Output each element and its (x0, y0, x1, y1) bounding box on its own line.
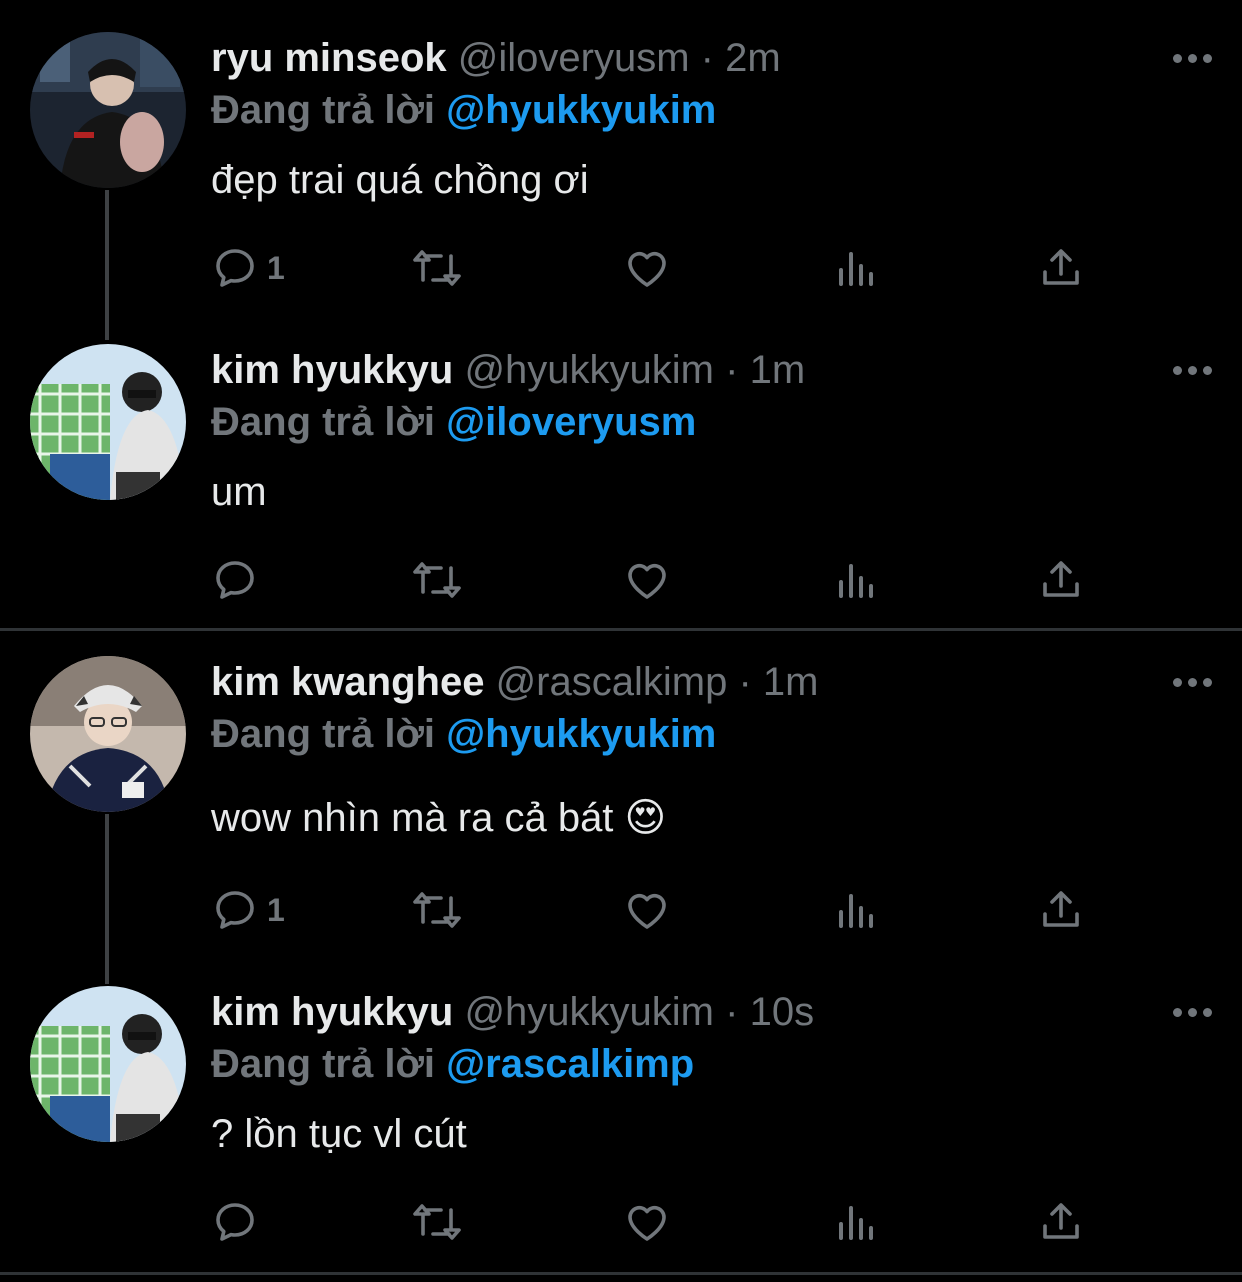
tweet-text: um (211, 470, 267, 514)
avatar[interactable] (30, 656, 186, 812)
analytics-button[interactable] (831, 1194, 879, 1250)
share-icon (1043, 561, 1079, 597)
tweet-text: wow nhìn mà ra cả bát 😍 (211, 794, 666, 842)
like-icon (628, 893, 666, 929)
reply-count: 1 (267, 249, 285, 286)
reply-button[interactable] (211, 552, 259, 608)
share-icon (1043, 249, 1079, 285)
more-icon[interactable] (1170, 1002, 1214, 1022)
analytics-icon (839, 1206, 873, 1240)
reply-count: 1 (267, 891, 285, 928)
like-button[interactable] (623, 240, 671, 296)
share-button[interactable] (1037, 552, 1085, 608)
tweet[interactable]: kim hyukkyu @hyukkyukim · 10s Đang trả l… (0, 962, 1242, 1272)
handle[interactable]: @iloveryusm (458, 36, 690, 80)
retweet-icon (413, 250, 461, 286)
like-icon (628, 563, 666, 599)
replying-to: Đang trả lời @rascalkimp (211, 1040, 694, 1088)
replying-label: Đang trả lời (211, 400, 436, 444)
display-name[interactable]: kim hyukkyu (211, 348, 453, 392)
like-icon (628, 1205, 666, 1241)
retweet-button[interactable] (413, 240, 461, 296)
display-name[interactable]: ryu minseok (211, 36, 447, 80)
replying-to: Đang trả lời @hyukkyukim (211, 710, 716, 758)
timestamp[interactable]: 1m (750, 348, 806, 392)
mention-link[interactable]: @hyukkyukim (446, 88, 716, 132)
tweet-text: đẹp trai quá chồng ơi (211, 158, 589, 202)
retweet-icon (413, 892, 461, 928)
action-bar: 1 (211, 240, 1091, 296)
tweet-text: ? lồn tục vl cút (211, 1112, 467, 1156)
like-icon (628, 251, 666, 287)
tweet[interactable]: kim hyukkyu @hyukkyukim · 1m Đang trả lờ… (0, 320, 1242, 630)
analytics-icon (839, 894, 873, 928)
analytics-button[interactable] (831, 882, 879, 938)
replying-label: Đang trả lời (211, 712, 436, 756)
tweet[interactable]: ryu minseok @iloveryusm · 2m Đang trả lờ… (0, 0, 1242, 320)
handle[interactable]: @hyukkyukim (464, 348, 714, 392)
reply-button[interactable] (211, 1194, 259, 1250)
heart-eyes-emoji: 😍 (624, 796, 667, 840)
separator-dot: · (725, 348, 739, 392)
display-name[interactable]: kim hyukkyu (211, 990, 453, 1034)
more-icon[interactable] (1170, 360, 1214, 380)
timestamp[interactable]: 2m (725, 36, 781, 80)
share-button[interactable] (1037, 1194, 1085, 1250)
bottom-divider (0, 1272, 1242, 1275)
replying-label: Đang trả lời (211, 88, 436, 132)
action-bar: 1 (211, 882, 1091, 938)
avatar[interactable] (30, 986, 186, 1142)
more-icon[interactable] (1170, 672, 1214, 692)
reply-button[interactable]: 1 (211, 240, 285, 296)
retweet-icon (413, 1204, 461, 1240)
analytics-button[interactable] (831, 552, 879, 608)
analytics-icon (839, 252, 873, 286)
timestamp[interactable]: 10s (750, 990, 815, 1034)
tweet[interactable]: kim kwanghee @rascalkimp · 1m Đang trả l… (0, 632, 1242, 962)
replying-to: Đang trả lời @iloveryusm (211, 398, 696, 446)
replying-label: Đang trả lời (211, 1042, 436, 1086)
mention-link[interactable]: @iloveryusm (446, 400, 696, 444)
like-button[interactable] (623, 552, 671, 608)
share-icon (1043, 891, 1079, 927)
mention-link[interactable]: @hyukkyukim (446, 712, 716, 756)
reply-icon (216, 561, 254, 599)
separator-dot: · (725, 990, 739, 1034)
thread-divider (0, 628, 1242, 631)
reply-button[interactable]: 1 (211, 882, 285, 938)
handle[interactable]: @hyukkyukim (464, 990, 714, 1034)
like-button[interactable] (623, 1194, 671, 1250)
reply-icon (216, 1203, 254, 1241)
handle[interactable]: @rascalkimp (496, 660, 728, 704)
retweet-button[interactable] (413, 882, 461, 938)
share-button[interactable] (1037, 882, 1085, 938)
like-button[interactable] (623, 882, 671, 938)
reply-icon (216, 249, 254, 287)
tweet-text-body: wow nhìn mà ra cả bát (211, 796, 614, 840)
mention-link[interactable]: @rascalkimp (446, 1042, 694, 1086)
avatar[interactable] (30, 32, 186, 188)
separator-dot: · (738, 660, 752, 704)
retweet-icon (413, 562, 461, 598)
action-bar (211, 1194, 1091, 1250)
share-icon (1043, 1203, 1079, 1239)
more-icon[interactable] (1170, 48, 1214, 68)
separator-dot: · (700, 36, 714, 80)
timestamp[interactable]: 1m (763, 660, 819, 704)
retweet-button[interactable] (413, 552, 461, 608)
display-name[interactable]: kim kwanghee (211, 660, 484, 704)
replying-to: Đang trả lời @hyukkyukim (211, 86, 716, 134)
avatar[interactable] (30, 344, 186, 500)
reply-icon (216, 891, 254, 929)
analytics-icon (839, 564, 873, 598)
retweet-button[interactable] (413, 1194, 461, 1250)
analytics-button[interactable] (831, 240, 879, 296)
action-bar (211, 552, 1091, 608)
share-button[interactable] (1037, 240, 1085, 296)
